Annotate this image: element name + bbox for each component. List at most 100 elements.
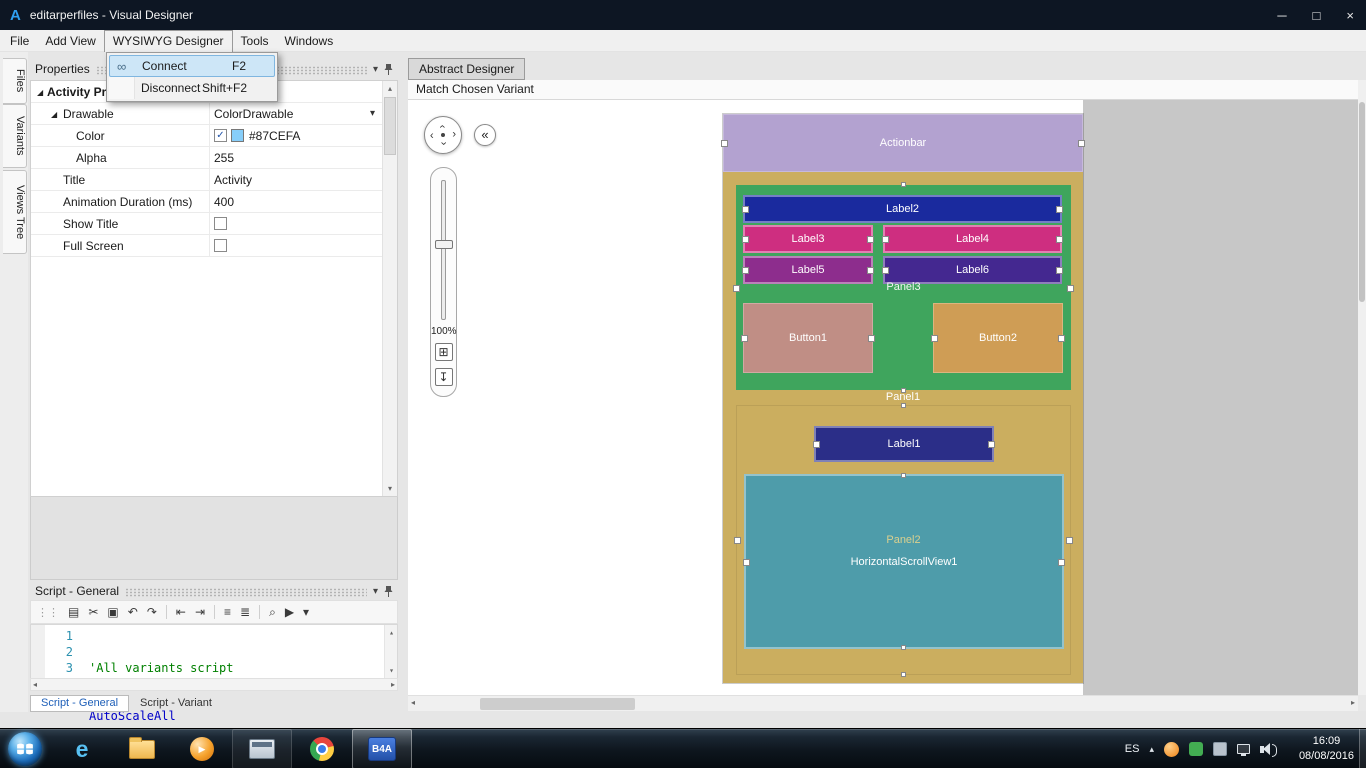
undo-icon[interactable]: ↶	[128, 606, 138, 618]
minimize-button[interactable]: ─	[1277, 8, 1286, 23]
code-lines[interactable]: 'All variants script AutoScaleAll	[79, 625, 384, 723]
selection-handle[interactable]	[900, 672, 906, 677]
menu-add-view[interactable]: Add View	[37, 30, 103, 52]
menu-file[interactable]: File	[2, 30, 37, 52]
tray-gray-icon[interactable]	[1213, 742, 1227, 756]
pan-right-icon[interactable]: ›	[452, 129, 456, 141]
expander-icon[interactable]: ◢	[51, 110, 57, 119]
network-icon[interactable]	[1237, 744, 1250, 756]
volume-icon[interactable]	[1260, 742, 1277, 757]
redo-icon[interactable]: ↷	[147, 606, 157, 618]
view-label3[interactable]: Label3	[742, 225, 874, 253]
view-horizontalscrollview1[interactable]: HorizontalScrollView1	[743, 473, 1065, 650]
view-panel3[interactable]: Label2 Label3 Label4 Label5 Label6 Panel…	[733, 182, 1074, 393]
media-player-button[interactable]: ▶	[172, 729, 232, 768]
canvas-horizontal-scrollbar[interactable]: ◂ ▸	[408, 695, 1358, 711]
show-desktop-button[interactable]	[1359, 729, 1366, 768]
copy-icon[interactable]: ▤	[68, 606, 79, 618]
language-indicator[interactable]: ES	[1125, 743, 1140, 755]
scroll-left-icon[interactable]: ◂	[411, 698, 415, 707]
sidebar-tab-variants[interactable]: Variants	[3, 104, 27, 168]
color-checkbox[interactable]: ✓	[214, 129, 227, 142]
show-hidden-icons[interactable]: ▴	[1149, 744, 1154, 755]
canvas-vertical-scrollbar[interactable]	[1358, 80, 1366, 695]
outdent-icon[interactable]: ⇤	[176, 606, 186, 618]
tray-orange-icon[interactable]	[1164, 741, 1179, 757]
pin-icon[interactable]	[384, 63, 393, 75]
pin-icon[interactable]	[384, 585, 393, 597]
pan-up-icon[interactable]: ›	[437, 125, 449, 129]
expander-icon[interactable]: ◢	[37, 88, 43, 97]
view-button1[interactable]: Button1	[741, 303, 875, 373]
view-button2[interactable]: Button2	[931, 303, 1065, 373]
menu-tools[interactable]: Tools	[233, 30, 277, 52]
view-panel2[interactable]: Label1 HorizontalScrollView1 Panel2	[734, 403, 1073, 677]
run-script-icon[interactable]: ▶	[285, 606, 294, 618]
collapse-controls-button[interactable]: «	[474, 124, 496, 146]
tray-green-icon[interactable]	[1189, 742, 1203, 756]
scroll-up-icon[interactable]: ▴	[383, 81, 397, 96]
zoom-slider-track[interactable]	[440, 180, 446, 320]
search-icon[interactable]: ⌕	[269, 606, 276, 618]
view-label6[interactable]: Label6	[882, 256, 1063, 284]
tab-script-general[interactable]: Script - General	[30, 695, 130, 712]
selection-handle[interactable]	[901, 473, 906, 478]
chrome-button[interactable]	[292, 729, 352, 768]
comment-icon[interactable]: ≡	[224, 606, 231, 618]
show-title-checkbox[interactable]	[214, 217, 227, 230]
indent-icon[interactable]: ⇥	[195, 606, 205, 618]
script-vertical-scrollbar[interactable]: ▴ ▾	[384, 625, 397, 678]
scroll-down-icon[interactable]: ▾	[385, 663, 398, 678]
b4a-button[interactable]: B4A	[352, 729, 412, 768]
cut-icon[interactable]: ✂	[88, 606, 98, 618]
animation-duration-value[interactable]: 400	[214, 195, 234, 209]
match-chosen-variant-button[interactable]: Match Chosen Variant	[416, 82, 534, 96]
properties-scrollbar[interactable]: ▴ ▾	[382, 81, 397, 496]
scroll-down-icon[interactable]: ▾	[383, 481, 397, 496]
scroll-right-icon[interactable]: ▸	[391, 679, 395, 691]
color-value[interactable]: #87CEFA	[249, 129, 300, 143]
color-swatch[interactable]	[231, 129, 244, 142]
design-canvas[interactable]: › › › › « 100% ⊞ ↧ Panel1 Actionbar Labe…	[408, 100, 1358, 695]
scroll-up-icon[interactable]: ▴	[385, 625, 398, 640]
start-button[interactable]	[8, 732, 42, 766]
zoom-slider-thumb[interactable]	[434, 240, 453, 249]
pan-control[interactable]: › › › ›	[424, 116, 462, 154]
view-label5[interactable]: Label5	[742, 256, 874, 284]
chevron-down-icon[interactable]: ▾	[373, 586, 378, 597]
script-editor[interactable]: 1 2 3 'All variants script AutoScaleAll …	[30, 624, 398, 723]
scrollbar-thumb[interactable]	[480, 698, 635, 710]
chevron-down-icon[interactable]: ▾	[373, 64, 378, 75]
paste-icon[interactable]: ▣	[107, 606, 118, 618]
tab-abstract-designer[interactable]: Abstract Designer	[408, 58, 526, 80]
selection-handle[interactable]	[900, 388, 906, 393]
script-horizontal-scrollbar[interactable]: ◂ ▸	[30, 678, 398, 691]
internet-explorer-button[interactable]: e	[52, 729, 112, 768]
title-value[interactable]: Activity	[214, 173, 252, 187]
chevron-down-icon[interactable]: ▾	[370, 108, 375, 119]
scrollbar-thumb[interactable]	[384, 97, 396, 155]
sidebar-tab-views-tree[interactable]: Views Tree	[3, 170, 27, 254]
view-label2[interactable]: Label2	[742, 195, 1063, 223]
menu-wysiwyg-designer[interactable]: WYSIWYG Designer	[103, 30, 233, 52]
drawable-value-dropdown[interactable]: ColorDrawable ▾	[209, 103, 397, 124]
selection-handle[interactable]	[900, 182, 906, 187]
menu-item-connect[interactable]: ∞ Connect F2	[109, 55, 275, 77]
view-actionbar[interactable]: Actionbar	[721, 114, 1085, 172]
tab-script-variant[interactable]: Script - Variant	[129, 695, 223, 712]
chevron-down-icon[interactable]: ▾	[303, 606, 309, 618]
menu-windows[interactable]: Windows	[277, 30, 342, 52]
alpha-value[interactable]: 255	[214, 151, 234, 165]
scrollbar-thumb[interactable]	[1359, 102, 1365, 302]
zoom-fit-button[interactable]: ⊞	[434, 343, 453, 361]
pan-down-icon[interactable]: ›	[438, 142, 450, 146]
selection-handle[interactable]	[900, 403, 906, 408]
full-screen-checkbox[interactable]	[214, 239, 227, 252]
import-layout-button[interactable]: ↧	[434, 368, 453, 386]
scroll-right-icon[interactable]: ▸	[1351, 698, 1355, 707]
maximize-button[interactable]: □	[1313, 8, 1321, 23]
selection-handle[interactable]	[901, 645, 906, 650]
close-button[interactable]: ×	[1346, 8, 1354, 23]
view-label1[interactable]: Label1	[813, 426, 995, 462]
sidebar-tab-files[interactable]: Files	[3, 58, 27, 104]
